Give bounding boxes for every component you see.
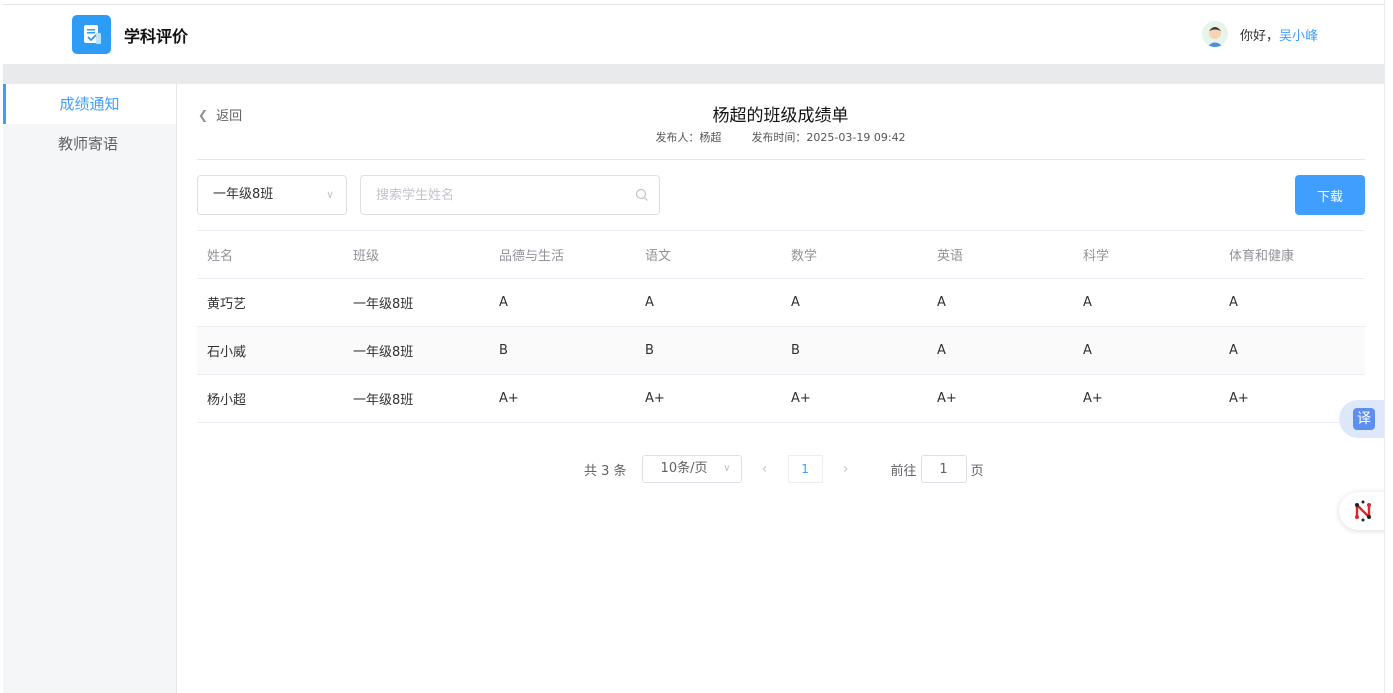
search-icon[interactable] <box>635 188 649 202</box>
sidebar-item-score-notice[interactable]: 成绩通知 <box>3 84 176 124</box>
table-cell: 一年级8班 <box>353 345 414 360</box>
table-cell: 一年级8班 <box>353 297 414 312</box>
report-meta: 发布人：杨超 发布时间：2025-03-19 09:42 <box>177 129 1384 145</box>
header-cell: 数学 <box>791 249 818 264</box>
table-cell: B <box>499 343 508 358</box>
user-name[interactable]: 吴小峰 <box>1279 25 1318 44</box>
score-table: 姓名 班级 品德与生活 语文 数学 英语 科学 体育和健康 黄巧艺 一年级8班 … <box>197 230 1365 423</box>
app-title: 学科评价 <box>124 27 189 46</box>
download-button[interactable]: 下载 <box>1295 175 1365 215</box>
goto-page-input[interactable] <box>920 455 967 483</box>
table-cell: 一年级8班 <box>353 393 414 408</box>
chevron-down-icon: ∨ <box>723 463 731 474</box>
translate-float-button[interactable]: 译 <box>1339 400 1387 438</box>
prev-page-icon[interactable]: ‹ <box>750 461 780 477</box>
main-panel: ❮ 返回 杨超的班级成绩单 发布人：杨超 发布时间：2025-03-19 09:4… <box>177 84 1384 693</box>
table-cell: A <box>645 295 654 310</box>
ai-assistant-float-button[interactable] <box>1339 492 1387 530</box>
header-cell: 班级 <box>353 249 380 264</box>
class-select-value: 一年级8班 <box>213 187 274 202</box>
sidebar: 成绩通知 教师寄语 <box>3 84 177 693</box>
translate-icon: 译 <box>1353 408 1375 430</box>
table-cell: A <box>1083 295 1092 310</box>
divider <box>197 159 1365 160</box>
table-row[interactable]: 石小威 一年级8班 B B B A A A <box>197 327 1365 375</box>
student-search <box>360 175 660 215</box>
greeting-text: 你好， <box>1239 28 1279 44</box>
page-suffix: 页 <box>970 463 984 479</box>
page-number-current[interactable]: 1 <box>787 455 823 483</box>
table-cell: A <box>937 295 946 310</box>
header-cell: 体育和健康 <box>1229 249 1295 264</box>
table-cell: A <box>791 295 800 310</box>
page-size-select[interactable]: 10条/页 ∨ <box>641 455 742 483</box>
table-cell: A <box>937 343 946 358</box>
header-cell: 语文 <box>645 249 672 264</box>
scrollbar[interactable] <box>1384 0 1393 693</box>
table-cell: A+ <box>499 391 519 406</box>
table-cell: A+ <box>645 391 665 406</box>
publish-time-text: 发布时间：2025-03-19 09:42 <box>751 131 906 144</box>
table-cell: 石小威 <box>207 345 247 360</box>
app-logo-icon[interactable] <box>72 15 111 54</box>
search-input[interactable] <box>376 176 626 214</box>
chevron-down-icon: ∨ <box>325 188 334 201</box>
pagination: 共 3 条 10条/页 ∨ ‹ 1 › 前往 页 <box>584 455 984 483</box>
report-title: 杨超的班级成绩单 <box>712 106 849 126</box>
top-header: 学科评价 你好， 吴小峰 <box>3 4 1384 64</box>
table-cell: A <box>1229 295 1238 310</box>
next-page-icon[interactable]: › <box>831 461 861 477</box>
sidebar-item-teacher-message[interactable]: 教师寄语 <box>3 124 176 164</box>
publisher-text: 发布人：杨超 <box>655 131 722 144</box>
table-cell: A <box>1229 343 1238 358</box>
class-select[interactable]: 一年级8班 ∨ <box>197 175 347 215</box>
table-cell: A <box>499 295 508 310</box>
user-avatar[interactable] <box>1201 21 1228 47</box>
network-logo-icon <box>1355 500 1371 522</box>
header-separator-band <box>3 64 1384 84</box>
table-header-row: 姓名 班级 品德与生活 语文 数学 英语 科学 体育和健康 <box>197 231 1365 279</box>
table-cell: A+ <box>937 391 957 406</box>
table-row[interactable]: 黄巧艺 一年级8班 A A A A A A <box>197 279 1365 327</box>
header-cell: 品德与生活 <box>499 249 565 264</box>
header-cell: 科学 <box>1083 249 1110 264</box>
header-cell: 姓名 <box>207 249 234 264</box>
table-cell: A+ <box>791 391 811 406</box>
header-cell: 英语 <box>937 249 964 264</box>
table-cell: B <box>645 343 654 358</box>
goto-label: 前往 <box>890 463 917 479</box>
table-cell: A <box>1083 343 1092 358</box>
table-row[interactable]: 杨小超 一年级8班 A+ A+ A+ A+ A+ A+ <box>197 375 1365 423</box>
table-cell: A+ <box>1229 391 1249 406</box>
table-cell: B <box>791 343 800 358</box>
pagination-total: 共 3 条 <box>584 463 627 479</box>
user-area[interactable]: 你好， 吴小峰 <box>1201 21 1318 47</box>
table-cell: 黄巧艺 <box>207 297 247 312</box>
page-size-value: 10条/页 <box>660 461 708 476</box>
table-cell: A+ <box>1083 391 1103 406</box>
table-cell: 杨小超 <box>207 393 247 408</box>
